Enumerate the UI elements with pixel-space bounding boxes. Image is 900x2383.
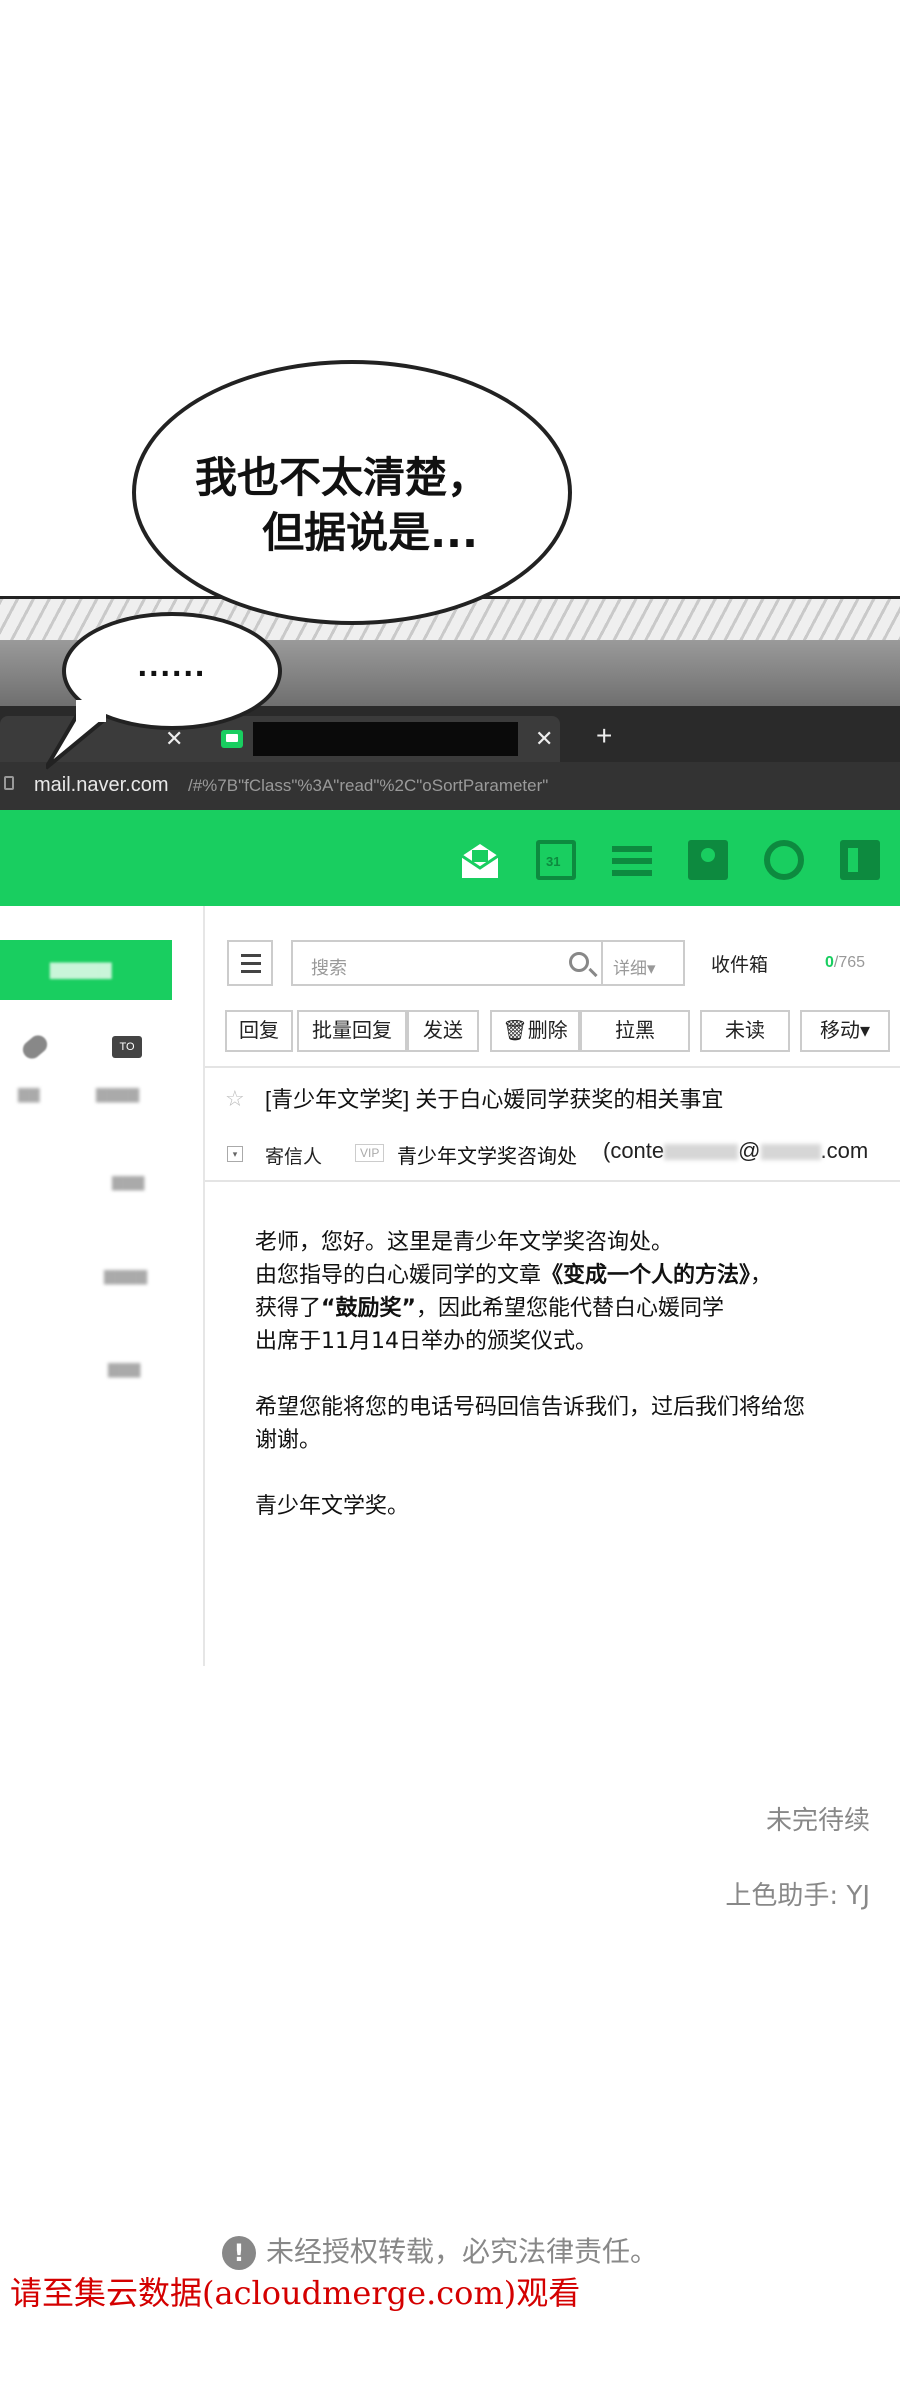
search-input[interactable]: 搜索 [291, 940, 603, 986]
menu-button[interactable] [227, 940, 273, 986]
delete-label: 删除 [527, 1020, 568, 1042]
compose-button[interactable]: ▇▇▇▇▇ [0, 940, 172, 1000]
close-icon[interactable]: ✕ [535, 726, 553, 752]
sidebar-blurred-text: ▇▇▇▇ [96, 1086, 140, 1102]
body-line: 出席于11月14日举办的颁奖仪式。 [255, 1329, 597, 1354]
contacts-icon[interactable] [688, 840, 728, 880]
compose-label-blurred: ▇▇▇▇▇ [50, 962, 112, 979]
copyright-notice: ! 未经授权转载，必究法律责任。 [222, 2230, 658, 2270]
sender-email[interactable]: (conte @ .com [603, 1138, 868, 1164]
body-line: 由您指导的白心媛同学的文章《变成一个人的方法》， [255, 1263, 773, 1288]
bubble-line-1: 我也不太清楚， [194, 453, 489, 502]
warning-icon: ! [222, 2236, 256, 2270]
colorist-credit: 上色助手: YJ [725, 1881, 870, 1911]
reply-button[interactable]: 回复 [225, 1010, 293, 1052]
vip-badge: VIP [355, 1144, 385, 1162]
sender-email-suffix: .com [820, 1138, 869, 1163]
delete-button[interactable]: 🗑删除 [490, 1010, 580, 1052]
inbox-label[interactable]: 收件箱 [711, 950, 768, 977]
body-signature: 青少年文学奖。 [255, 1494, 410, 1519]
mail-body: 老师，您好。这里是青少年文学奖咨询处。 由您指导的白心媛同学的文章《变成一个人的… [255, 1226, 900, 1523]
trash-icon: 🗑 [502, 1020, 528, 1042]
attachment-icon[interactable] [19, 1031, 51, 1063]
block-button[interactable]: 拉黑 [580, 1010, 690, 1052]
todo-icon[interactable]: TO [112, 1036, 142, 1058]
mail-icon[interactable] [460, 840, 500, 880]
star-icon[interactable]: ☆ [225, 1086, 245, 1112]
bubble-line-2: 但据说是... [262, 508, 478, 557]
to-be-continued: 未完待续 [765, 1806, 870, 1836]
tab-title-redacted [253, 722, 518, 756]
more-icon[interactable] [840, 840, 880, 880]
mail-count: 0/765 [825, 954, 865, 972]
watermark-text: 请至集云数据(acloudmerge.com)观看 [10, 2274, 581, 2312]
forward-button[interactable]: 发送 [407, 1010, 479, 1052]
body-line: 希望您能将您的电话号码回信告诉我们，过后我们将给您 [255, 1395, 806, 1420]
mail-sidebar: ▇▇▇▇▇ TO ▇▇ ▇▇▇▇ ▇▇▇ ▇▇▇▇ ▇▇▇ [0, 906, 205, 1666]
body-line: 获得了“鼓励奖”，因此希望您能代替白心媛同学 [255, 1296, 724, 1321]
sender-label: 寄信人 [265, 1147, 323, 1168]
chevron-down-icon[interactable]: ▾ [227, 1146, 243, 1162]
body-line: 谢谢。 [255, 1428, 322, 1453]
mail-header [0, 810, 900, 906]
total-count: /765 [833, 954, 866, 971]
bubble-small-text: ...... [137, 646, 207, 684]
mark-unread-button[interactable]: 未读 [700, 1010, 790, 1052]
sidebar-blurred-count: ▇▇▇▇ [104, 1268, 148, 1284]
email-domain-redacted [760, 1144, 821, 1161]
url-path: /#%7B"fClass"%3A"read"%2C"oSortParameter… [188, 776, 549, 795]
search-icon[interactable] [569, 952, 589, 972]
mail-subject-row: ☆ [青少年文学奖] 关于白心媛同学获奖的相关事宜 [205, 1066, 900, 1122]
list-icon[interactable] [612, 840, 652, 880]
new-tab-icon[interactable]: + [596, 720, 612, 752]
body-line: 老师，您好。这里是青少年文学奖咨询处。 [255, 1230, 674, 1255]
unread-count: 0 [825, 954, 834, 971]
copyright-text: 未经授权转载，必究法律责任。 [266, 2235, 659, 2268]
speech-bubble-main: 我也不太清楚， 但据说是... [132, 360, 572, 625]
sidebar-blurred-text: ▇▇ [18, 1086, 40, 1102]
mail-sender-row: ▾ 寄信人 VIP 青少年文学奖咨询处 (conte @ .com [205, 1122, 900, 1182]
sender-name[interactable]: 青少年文学奖咨询处 [397, 1140, 577, 1169]
award-name: “鼓励奖” [321, 1296, 416, 1321]
article-title: 《变成一个人的方法》 [541, 1263, 751, 1288]
email-redacted [664, 1144, 739, 1161]
sender-email-prefix: (conte [603, 1138, 665, 1163]
speech-bubble-tail [46, 700, 106, 770]
mail-toolbar-top: 搜索 详细▾ 收件箱 0/765 [205, 906, 900, 986]
detail-search-dropdown[interactable]: 详细▾ [603, 940, 685, 986]
lock-icon [4, 776, 14, 790]
sidebar-blurred-count: ▇▇▇ [112, 1174, 145, 1190]
move-button[interactable]: 移动▾ [800, 1010, 890, 1052]
url-host: mail.naver.com [34, 774, 169, 796]
address-bar[interactable]: mail.naver.com /#%7B"fClass"%3A"read"%2C… [0, 762, 900, 810]
calendar-icon[interactable] [536, 840, 576, 880]
reply-all-button[interactable]: 批量回复 [297, 1010, 407, 1052]
search-placeholder: 搜索 [311, 958, 347, 978]
gear-icon[interactable] [764, 840, 804, 880]
sidebar-blurred-count: ▇▇▇ [108, 1361, 141, 1377]
sender-email-at: @ [738, 1138, 761, 1163]
browser-tab-2[interactable]: ✕ [205, 716, 560, 762]
naver-mail-favicon-icon [221, 730, 243, 748]
mail-subject: [青少年文学奖] 关于白心媛同学获奖的相关事宜 [265, 1087, 724, 1112]
